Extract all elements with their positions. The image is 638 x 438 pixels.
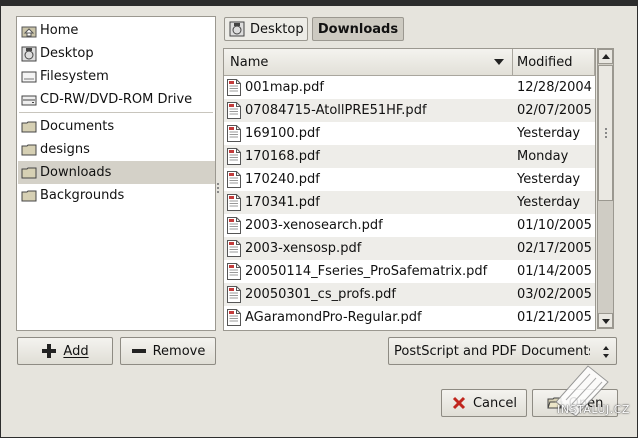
file-name: 2003-xenosearch.pdf <box>245 218 383 233</box>
column-header-modified-label: Modified <box>517 54 573 70</box>
file-modified: 01/14/2005 <box>517 264 592 279</box>
file-modified: Yesterday <box>517 126 581 141</box>
file-row[interactable]: 2003-xensosp.pdf 02/17/2005 <box>224 237 595 260</box>
window-top-edge <box>0 0 638 6</box>
file-name: 001map.pdf <box>245 80 324 95</box>
file-list-scrollbar[interactable] <box>597 48 614 329</box>
file-name: 169100.pdf <box>245 126 320 141</box>
place-label: Desktop <box>40 46 94 61</box>
pdf-file-icon <box>227 125 241 142</box>
places-separator <box>19 112 213 113</box>
pdf-file-icon <box>227 79 241 96</box>
file-name: AGaramondPro-Regular.pdf <box>245 310 422 325</box>
file-name: 20050114_Fseries_ProSafematrix.pdf <box>245 264 488 279</box>
pane-resize-handle[interactable] <box>216 182 220 200</box>
file-modified: Monday <box>517 149 569 164</box>
file-modified: 12/28/2004 <box>517 80 592 95</box>
remove-button-label: Remove <box>152 343 206 359</box>
bookmark-label: designs <box>40 142 90 157</box>
file-modified: Yesterday <box>517 172 581 187</box>
arrow-up-icon <box>602 54 610 59</box>
file-name: 07084715-AtollPRE51HF.pdf <box>245 103 427 118</box>
path-button-label: Downloads <box>317 21 399 37</box>
pdf-file-icon <box>227 263 241 280</box>
folder-icon <box>21 167 37 178</box>
place-optical-drive[interactable]: CD-RW/DVD-ROM Drive <box>18 88 215 111</box>
places-sidebar: Home Desktop Filesystem CD-RW/DVD-ROM Dr… <box>16 16 216 331</box>
place-desktop[interactable]: Desktop <box>18 42 215 65</box>
pdf-file-icon <box>227 171 241 188</box>
optical-drive-icon <box>21 95 37 105</box>
file-name: 20050301_cs_profs.pdf <box>245 287 396 302</box>
file-name: 2003-xensosp.pdf <box>245 241 362 256</box>
folder-icon <box>21 121 37 132</box>
scroll-thumb[interactable] <box>598 65 613 201</box>
file-row[interactable]: 001map.pdf 12/28/2004 <box>224 76 595 99</box>
pdf-file-icon <box>227 148 241 165</box>
file-modified: 02/07/2005 <box>517 103 592 118</box>
cancel-button[interactable]: Cancel <box>441 389 527 417</box>
home-folder-icon <box>21 26 37 37</box>
file-row[interactable]: 20050301_cs_profs.pdf 03/02/2005 <box>224 283 595 306</box>
cancel-x-icon <box>452 396 466 410</box>
scroll-down-button[interactable] <box>598 313 613 328</box>
file-modified: 01/10/2005 <box>517 218 592 233</box>
pdf-file-icon <box>227 194 241 211</box>
place-home[interactable]: Home <box>18 19 215 42</box>
scroll-up-button[interactable] <box>598 49 613 64</box>
file-row[interactable]: 170240.pdf Yesterday <box>224 168 595 191</box>
bookmark-designs[interactable]: designs <box>18 138 215 161</box>
path-button-downloads[interactable]: Downloads <box>312 17 404 41</box>
place-label: CD-RW/DVD-ROM Drive <box>40 92 193 107</box>
sort-descending-icon <box>494 59 504 65</box>
pdf-file-icon <box>227 309 241 326</box>
desktop-icon <box>21 46 37 61</box>
file-modified: 02/17/2005 <box>517 241 592 256</box>
file-row[interactable]: 170168.pdf Monday <box>224 145 595 168</box>
minus-icon <box>131 349 146 353</box>
remove-bookmark-button[interactable]: Remove <box>120 337 216 365</box>
file-modified: 03/02/2005 <box>517 287 592 302</box>
folder-icon <box>21 144 37 155</box>
cancel-button-label: Cancel <box>472 395 518 411</box>
file-modified: 01/21/2005 <box>517 310 592 325</box>
bookmark-backgrounds[interactable]: Backgrounds <box>18 184 215 207</box>
file-row[interactable]: 169100.pdf Yesterday <box>224 122 595 145</box>
file-row[interactable]: AGaramondPro-Regular.pdf 01/21/2005 <box>224 306 595 329</box>
column-header-name-label: Name <box>230 54 269 70</box>
pdf-file-icon <box>227 240 241 257</box>
plus-icon <box>42 344 57 358</box>
add-button-label: Add <box>63 343 89 359</box>
file-row[interactable]: 170341.pdf Yesterday <box>224 191 595 214</box>
path-button-label: Desktop <box>250 21 304 37</box>
bookmark-documents[interactable]: Documents <box>18 115 215 138</box>
place-label: Home <box>40 23 79 38</box>
desktop-icon <box>229 21 245 37</box>
file-list: Name Modified 001map.pdf 12/28/2004 070847… <box>223 48 596 331</box>
bookmark-label: Downloads <box>40 165 112 180</box>
add-bookmark-button[interactable]: Add <box>17 337 113 365</box>
folder-icon <box>21 190 37 201</box>
arrow-down-icon <box>602 319 610 324</box>
filesystem-icon <box>21 71 37 82</box>
place-label: Filesystem <box>40 69 109 84</box>
file-name: 170240.pdf <box>245 172 320 187</box>
bookmark-label: Backgrounds <box>40 188 125 203</box>
file-name: 170168.pdf <box>245 149 320 164</box>
column-header-name[interactable]: Name <box>224 49 513 76</box>
pdf-file-icon <box>227 286 241 303</box>
path-button-desktop[interactable]: Desktop <box>224 17 308 41</box>
file-row[interactable]: 07084715-AtollPRE51HF.pdf 02/07/2005 <box>224 99 595 122</box>
pdf-file-icon <box>227 102 241 119</box>
bookmark-downloads[interactable]: Downloads <box>18 161 215 184</box>
column-header-modified[interactable]: Modified <box>513 49 595 76</box>
place-filesystem[interactable]: Filesystem <box>18 65 215 88</box>
file-row[interactable]: 20050114_Fseries_ProSafematrix.pdf 01/14/… <box>224 260 595 283</box>
watermark-text: INSTALUJ.CZ <box>557 403 630 416</box>
pdf-file-icon <box>227 217 241 234</box>
bookmark-label: Documents <box>40 119 115 134</box>
file-row[interactable]: 2003-xenosearch.pdf 01/10/2005 <box>224 214 595 237</box>
file-modified: Yesterday <box>517 195 581 210</box>
file-name: 170341.pdf <box>245 195 320 210</box>
